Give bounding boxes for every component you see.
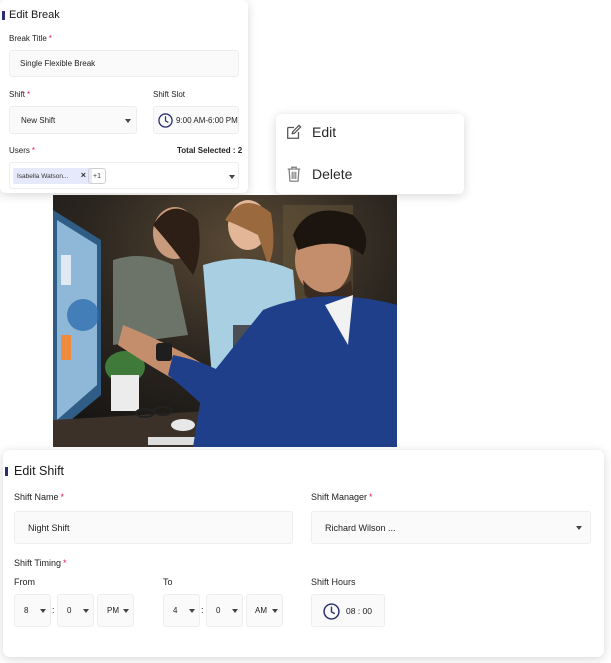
to-label: To — [163, 577, 173, 587]
edit-break-title: Edit Break — [9, 9, 60, 21]
trash-icon — [287, 166, 301, 182]
from-minute-select[interactable]: 0 — [57, 594, 94, 627]
chevron-down-icon — [83, 609, 89, 613]
total-selected-count: Total Selected : 2 — [177, 146, 243, 155]
from-ampm-select[interactable]: PM — [97, 594, 134, 627]
shift-name-input[interactable]: Night Shift — [14, 511, 293, 544]
from-label: From — [14, 577, 35, 587]
shift-name-label: Shift Name * — [14, 492, 65, 502]
title-accent-bar — [5, 467, 8, 476]
title-accent-bar — [2, 11, 5, 20]
from-hour-select[interactable]: 8 — [14, 594, 51, 627]
time-separator: : — [52, 605, 55, 615]
more-users-chip[interactable]: +1 — [88, 168, 106, 184]
clock-icon — [158, 113, 173, 128]
shift-slot-field[interactable]: 9:00 AM-6:00 PM — [153, 106, 239, 134]
edit-break-card: Edit Break Break Title * Single Flexible … — [0, 0, 248, 193]
to-minute-select[interactable]: 0 — [206, 594, 243, 627]
edit-shift-card: Edit Shift Shift Name * Night Shift Shift… — [3, 450, 604, 657]
menu-item-delete[interactable]: Delete — [276, 156, 464, 192]
to-ampm-select[interactable]: AM — [246, 594, 283, 627]
context-menu: Edit Delete — [276, 114, 464, 194]
edit-icon — [287, 124, 302, 139]
chevron-down-icon — [40, 609, 46, 613]
shift-manager-select[interactable]: Richard Wilson ... — [311, 511, 591, 544]
time-separator: : — [201, 605, 204, 615]
shift-manager-label: Shift Manager * — [311, 492, 373, 502]
chevron-down-icon — [229, 175, 235, 179]
chevron-down-icon — [272, 609, 278, 613]
break-title-label: Break Title * — [9, 34, 52, 43]
chevron-down-icon — [189, 609, 195, 613]
shift-hours-display: 08 : 00 — [311, 594, 385, 627]
chevron-down-icon — [125, 119, 131, 123]
shift-select[interactable]: New Shift — [9, 106, 137, 134]
chip-remove-icon[interactable]: × — [81, 170, 86, 180]
break-title-input[interactable]: Single Flexible Break — [9, 50, 239, 77]
shift-hours-label: Shift Hours — [311, 577, 356, 587]
office-scene-image — [53, 195, 397, 447]
to-hour-select[interactable]: 4 — [163, 594, 200, 627]
chevron-down-icon — [123, 609, 129, 613]
shift-label: Shift * — [9, 90, 31, 99]
shift-slot-label: Shift Slot — [153, 90, 186, 99]
edit-shift-title: Edit Shift — [14, 464, 65, 478]
chevron-down-icon — [576, 526, 582, 530]
user-chip: Isabella Watson... × — [13, 168, 92, 184]
users-label: Users * — [9, 146, 36, 155]
shift-timing-label: Shift Timing * — [14, 558, 67, 568]
menu-item-edit[interactable]: Edit — [276, 114, 464, 150]
chevron-down-icon — [232, 609, 238, 613]
team-meeting-photo — [53, 195, 397, 447]
clock-icon — [323, 603, 340, 620]
users-multiselect[interactable]: Isabella Watson... × +1 — [9, 162, 239, 189]
